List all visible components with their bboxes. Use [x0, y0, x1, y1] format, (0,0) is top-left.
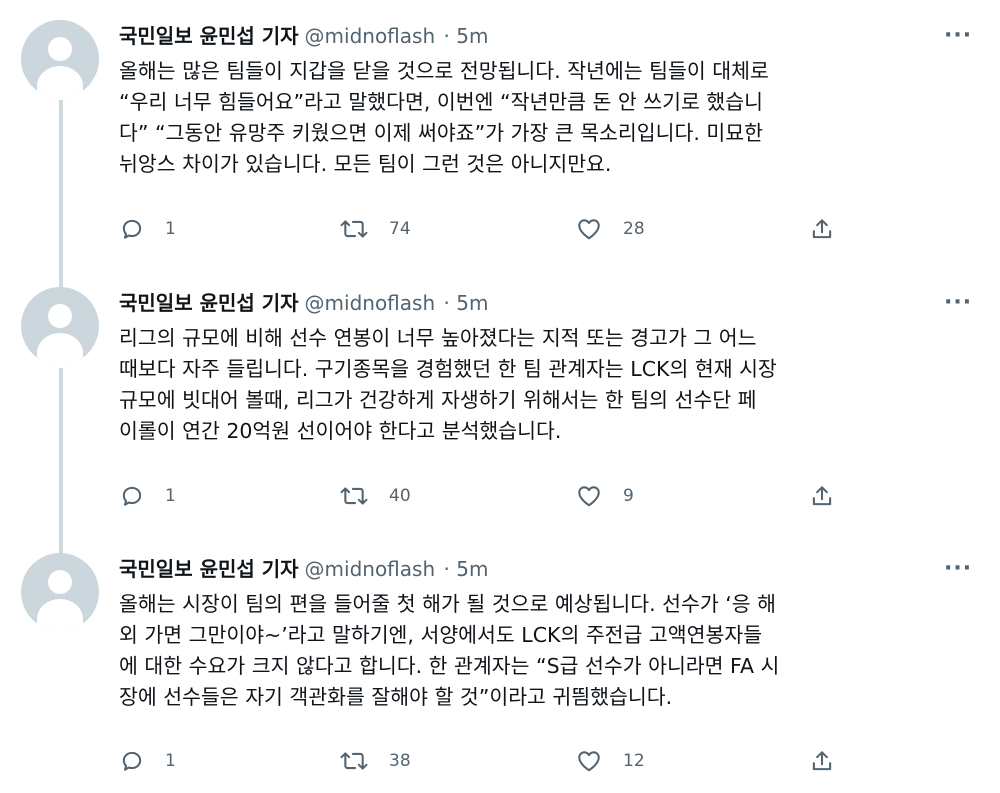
tweet-header: 국민일보 윤민섭 기자 @midnoflash · 5m [119, 289, 488, 317]
like-button[interactable]: 28 [575, 214, 645, 244]
tweet-text-line: 장에 선수들은 자기 객관화를 잘해야 할 것”이라고 귀띔했습니다. [119, 685, 673, 709]
retweet-button[interactable]: 40 [339, 481, 411, 511]
tweet-text-line: 올해는 시장이 팀의 편을 들어줄 첫 해가 될 것으로 예상됩니다. 선수가 … [119, 592, 777, 616]
default-avatar-icon [48, 570, 72, 594]
reply-count: 1 [165, 486, 176, 506]
share-button[interactable] [809, 214, 835, 244]
author-name[interactable]: 국민일보 윤민섭 기자 [119, 557, 299, 581]
tweet[interactable]: 국민일보 윤민섭 기자 @midnoflash · 5m ··· 올해는 시장이 … [0, 553, 1000, 793]
retweet-icon [340, 220, 368, 238]
reply-icon [122, 751, 142, 771]
like-count: 12 [623, 751, 645, 771]
retweet-icon [340, 752, 368, 770]
retweet-button[interactable]: 38 [339, 746, 411, 776]
reply-count: 1 [165, 751, 176, 771]
reply-icon [122, 219, 142, 239]
tweet[interactable]: 국민일보 윤민섭 기자 @midnoflash · 5m ··· 올해는 많은 팀… [0, 20, 1000, 260]
tweet-text-line: 외 가면 그만이야~’라고 말하기엔, 서양에서도 LCK의 주전급 고액연봉자… [119, 623, 763, 647]
more-icon[interactable]: ··· [944, 22, 972, 50]
author-handle[interactable]: @midnoflash [305, 291, 436, 315]
more-icon[interactable]: ··· [944, 289, 972, 317]
tweet[interactable]: 국민일보 윤민섭 기자 @midnoflash · 5m ··· 리그의 규모에 … [0, 287, 1000, 527]
share-icon [812, 486, 832, 506]
reply-button[interactable]: 1 [119, 214, 176, 244]
reply-button[interactable]: 1 [119, 746, 176, 776]
reply-icon [122, 486, 142, 506]
share-button[interactable] [809, 746, 835, 776]
tweet-header: 국민일보 윤민섭 기자 @midnoflash · 5m [119, 22, 488, 50]
avatar[interactable] [21, 553, 99, 631]
reply-button[interactable]: 1 [119, 481, 176, 511]
default-avatar-icon [48, 304, 72, 328]
tweet-text-line: 규모에 빗대어 볼때, 리그가 건강하게 자생하기 위해서는 한 팀의 선수단 … [119, 388, 757, 412]
author-name[interactable]: 국민일보 윤민섭 기자 [119, 291, 299, 315]
like-button[interactable]: 12 [575, 746, 645, 776]
share-icon [812, 751, 832, 771]
author-name[interactable]: 국민일보 윤민섭 기자 [119, 24, 299, 48]
retweet-count: 38 [389, 751, 411, 771]
retweet-count: 40 [389, 486, 411, 506]
tweet-text-line: 에 대한 수요가 크지 않다고 합니다. 한 관계자는 “S급 선수가 아니라면… [119, 654, 780, 678]
tweet-text: 리그의 규모에 비해 선수 연봉이 너무 높아졌다는 지적 또는 경고가 그 어… [119, 323, 979, 447]
tweet-text-line: “우리 너무 힘들어요”라고 말했다면, 이번엔 “작년만큼 돈 안 쓰기로 했… [119, 90, 763, 114]
tweet-text-line: 다” “그동안 유망주 키웠으면 이제 써야죠”가 가장 큰 목소리입니다. 미… [119, 121, 763, 145]
share-icon [812, 219, 832, 239]
tweet-text: 올해는 시장이 팀의 편을 들어줄 첫 해가 될 것으로 예상됩니다. 선수가 … [119, 589, 979, 713]
retweet-button[interactable]: 74 [339, 214, 411, 244]
author-handle[interactable]: @midnoflash [305, 24, 436, 48]
tweet-text-line: 이롤이 연간 20억원 선이어야 한다고 분석했습니다. [119, 419, 562, 443]
like-count: 9 [623, 486, 634, 506]
tweet-time[interactable]: · 5m [444, 24, 489, 48]
share-button[interactable] [809, 481, 835, 511]
default-avatar-icon [48, 37, 72, 61]
tweet-text: 올해는 많은 팀들이 지갑을 닫을 것으로 전망됩니다. 작년에는 팀들이 대체… [119, 56, 979, 180]
like-count: 28 [623, 219, 645, 239]
tweet-text-line: 뉘앙스 차이가 있습니다. 모든 팀이 그런 것은 아니지만요. [119, 152, 612, 176]
retweet-icon [340, 487, 368, 505]
more-icon[interactable]: ··· [944, 555, 972, 583]
tweet-actions: 1 38 12 [119, 746, 859, 776]
heart-icon [578, 486, 600, 507]
retweet-count: 74 [389, 219, 411, 239]
tweet-text-line: 리그의 규모에 비해 선수 연봉이 너무 높아졌다는 지적 또는 경고가 그 어… [119, 326, 757, 350]
tweet-time[interactable]: · 5m [444, 291, 489, 315]
tweet-actions: 1 74 28 [119, 214, 859, 244]
tweet-time[interactable]: · 5m [444, 557, 489, 581]
heart-icon [578, 219, 600, 240]
heart-icon [578, 751, 600, 772]
tweet-text-line: 때보다 자주 들립니다. 구기종목을 경험했던 한 팀 관계자는 LCK의 현재… [119, 357, 777, 381]
avatar[interactable] [21, 287, 99, 365]
tweet-header: 국민일보 윤민섭 기자 @midnoflash · 5m [119, 555, 488, 583]
reply-count: 1 [165, 219, 176, 239]
tweet-text-line: 올해는 많은 팀들이 지갑을 닫을 것으로 전망됩니다. 작년에는 팀들이 대체… [119, 59, 769, 83]
tweet-actions: 1 40 9 [119, 481, 859, 511]
author-handle[interactable]: @midnoflash [305, 557, 436, 581]
like-button[interactable]: 9 [575, 481, 634, 511]
avatar[interactable] [21, 20, 99, 98]
